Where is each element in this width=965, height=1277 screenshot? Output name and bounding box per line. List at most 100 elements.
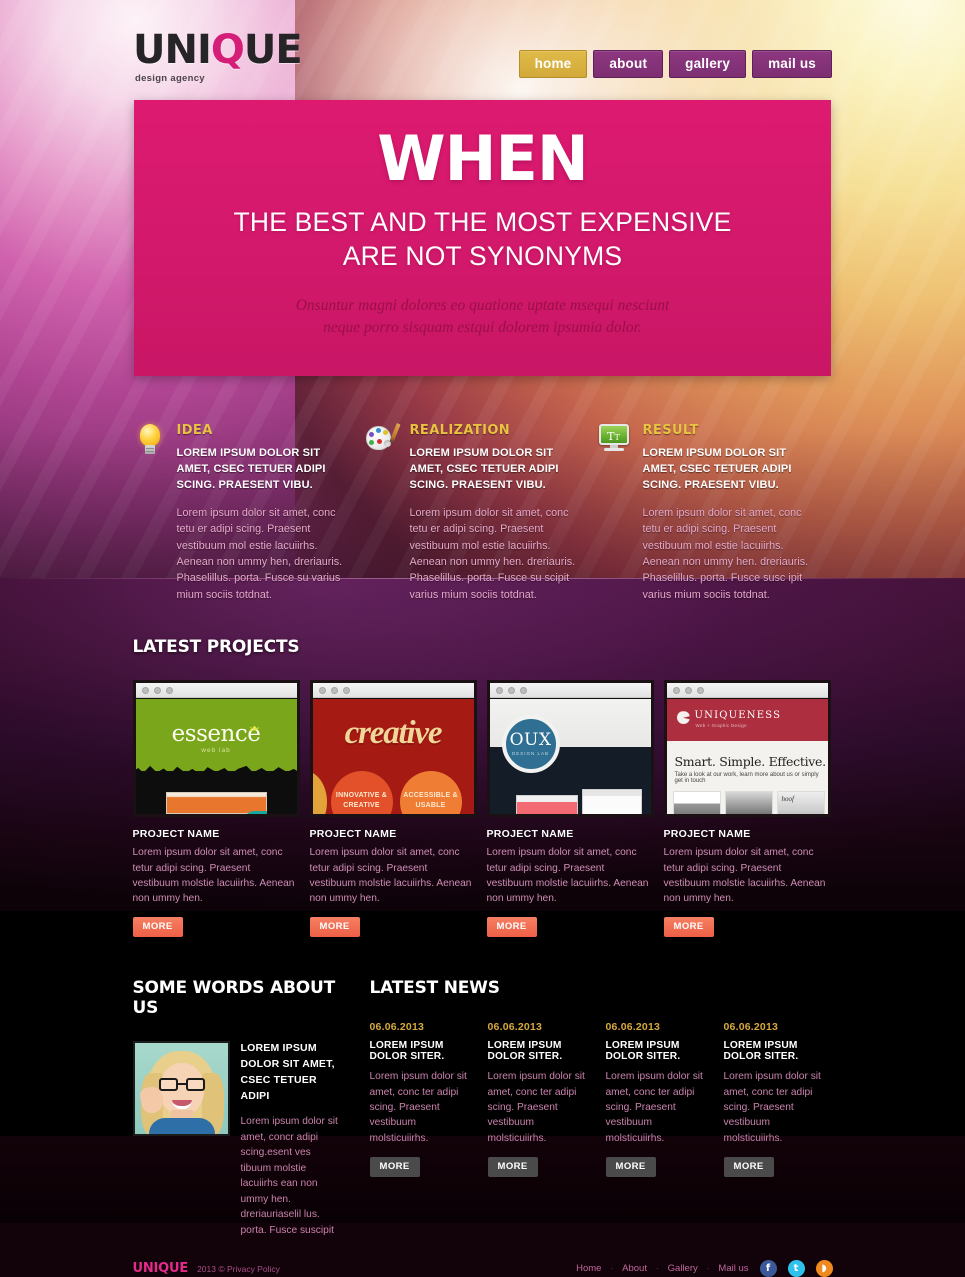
about-lead-text: LOREM IPSUM DOLOR SIT AMET, CSEC TETUER … <box>240 1042 335 1102</box>
site-header: UNIQUE design agency home about gallery … <box>0 0 965 96</box>
browser-dot-icon <box>672 686 680 694</box>
news-date-1: 06.06.2013 <box>369 1021 425 1034</box>
thumb2-circle-label-1: INNOVATIVE & CREATIVE <box>335 792 388 809</box>
project-card-3: OUX DESIGN LAB BARON PROJECT NAME Lorem … <box>486 680 654 938</box>
news-text-2: Lorem ipsum dolor sit amet, conc ter adi… <box>487 1071 585 1144</box>
avatar <box>132 1041 230 1137</box>
news-more-button-2[interactable]: MORE <box>487 1156 538 1177</box>
footer-link-gallery[interactable]: Gallery <box>668 1263 698 1274</box>
footer-separator: · <box>610 1264 614 1274</box>
footer-link-home[interactable]: Home <box>576 1263 601 1274</box>
project-text-2: Lorem ipsum dolor sit amet, conc tetur a… <box>309 847 472 905</box>
projects-section: LATEST PROJECTS essence ❧ web lab PROJEC… <box>132 603 833 938</box>
logo-tagline: design agency <box>135 73 205 84</box>
project-thumbnail-4[interactable]: UNIQUENESS Web + Graphic Design Smart. S… <box>663 680 831 818</box>
footer-copyright: 2013 © Privacy Policy <box>197 1264 280 1275</box>
logo-text-part1: UNI <box>133 27 212 73</box>
hero-title: WHEN <box>377 122 589 195</box>
news-item-4: 06.06.2013 LOREM IPSUM DOLOR SITER. Lore… <box>723 1021 824 1177</box>
footer-link-mail-us[interactable]: Mail us <box>718 1263 748 1274</box>
site-logo[interactable]: UNIQUE design agency <box>133 27 303 84</box>
news-heading: LATEST NEWS <box>369 978 500 999</box>
thumb4-line: Take a look at our work, learn more abou… <box>674 772 819 785</box>
news-more-button-4[interactable]: MORE <box>723 1156 774 1177</box>
lightbulb-icon <box>133 423 167 603</box>
news-title-3: LOREM IPSUM DOLOR SITER. <box>605 1040 681 1063</box>
footer-link-about[interactable]: About <box>622 1263 647 1274</box>
news-more-button-1[interactable]: MORE <box>369 1156 420 1177</box>
feature-idea: IDEA LOREM IPSUM DOLOR SIT AMET, CSEC TE… <box>133 423 366 603</box>
news-text-3: Lorem ipsum dolor sit amet, conc ter adi… <box>605 1071 703 1144</box>
project-name-2: PROJECT NAME <box>309 828 397 841</box>
monitor-icon: TT <box>598 423 633 603</box>
project-more-button-3[interactable]: MORE <box>486 917 537 938</box>
project-more-button-1[interactable]: MORE <box>132 917 183 938</box>
browser-dot-icon <box>141 686 149 694</box>
footer-separator: · <box>655 1264 659 1274</box>
project-name-1: PROJECT NAME <box>132 828 220 841</box>
footer-separator: · <box>706 1264 710 1274</box>
thumb4-photo-3-label: hoof <box>781 795 794 804</box>
thumb4-subtitle: Web + Graphic Design <box>695 723 747 729</box>
news-title-2: LOREM IPSUM DOLOR SITER. <box>487 1040 563 1063</box>
thumb1-subtitle: web lab <box>201 747 231 755</box>
news-text-1: Lorem ipsum dolor sit amet, conc ter adi… <box>369 1071 467 1144</box>
thumb3-subtitle: DESIGN LAB <box>511 751 549 757</box>
news-item-3: 06.06.2013 LOREM IPSUM DOLOR SITER. Lore… <box>605 1021 706 1177</box>
logo-text-part2: UE <box>243 27 303 73</box>
project-thumbnail-2[interactable]: creative INNOVATIVE & CREATIVE ACCESSIBL… <box>309 680 477 818</box>
project-more-button-2[interactable]: MORE <box>309 917 360 938</box>
twitter-icon[interactable]: t <box>787 1260 805 1277</box>
project-text-4: Lorem ipsum dolor sit amet, conc tetur a… <box>663 847 826 905</box>
thumbnail-browser-bar <box>312 683 474 699</box>
nav-item-gallery[interactable]: gallery <box>669 50 747 78</box>
feature-result: TT RESULT LOREM IPSUM DOLOR SIT AMET, CS… <box>598 423 832 603</box>
thumb4-photo-1 <box>672 791 721 815</box>
about-us-column: SOME WORDS ABOUT US LOREM IPSUM DOLOR SI… <box>132 978 370 1238</box>
news-grid: 06.06.2013 LOREM IPSUM DOLOR SITER. Lore… <box>369 1021 833 1177</box>
news-date-2: 06.06.2013 <box>487 1021 543 1034</box>
news-title-4: LOREM IPSUM DOLOR SITER. <box>723 1040 799 1063</box>
news-item-1: 06.06.2013 LOREM IPSUM DOLOR SITER. Lore… <box>369 1021 470 1177</box>
feature-text-idea: Lorem ipsum dolor sit amet, conc tetu er… <box>176 506 343 601</box>
news-more-button-3[interactable]: MORE <box>605 1156 656 1177</box>
thumb2-title: creative <box>344 715 443 752</box>
footer-right: Home · About · Gallery · Mail us f t ◗ <box>576 1260 833 1277</box>
feature-title-idea: IDEA <box>176 423 213 438</box>
projects-grid: essence ❧ web lab PROJECT NAME Lorem ips… <box>132 680 833 938</box>
browser-dot-icon <box>507 686 515 694</box>
site-footer: UNIQUE 2013 © Privacy Policy Home · Abou… <box>133 1238 833 1277</box>
feature-title-realization: REALIZATION <box>409 423 511 438</box>
rss-icon[interactable]: ◗ <box>815 1260 833 1277</box>
nav-item-mail-us[interactable]: mail us <box>752 50 832 78</box>
features-section: IDEA LOREM IPSUM DOLOR SIT AMET, CSEC TE… <box>133 376 833 603</box>
hero-description-line2: neque porro sisquam estqui dolorem ipsum… <box>323 319 642 337</box>
project-thumbnail-1[interactable]: essence ❧ web lab <box>132 680 300 818</box>
project-text-3: Lorem ipsum dolor sit amet, conc tetur a… <box>486 847 649 905</box>
thumbnail-browser-bar <box>135 683 297 699</box>
nav-item-about[interactable]: about <box>593 50 664 78</box>
hero-subtitle-line2: ARE NOT SYNONYMS <box>342 240 623 271</box>
hero-banner: WHEN THE BEST AND THE MOST EXPENSIVE ARE… <box>134 100 831 376</box>
project-thumbnail-3[interactable]: OUX DESIGN LAB BARON <box>486 680 654 818</box>
footer-left: UNIQUE 2013 © Privacy Policy <box>133 1261 280 1276</box>
news-date-4: 06.06.2013 <box>723 1021 779 1034</box>
footer-logo[interactable]: UNIQUE <box>133 1261 189 1276</box>
main-navigation: home about gallery mail us <box>518 50 832 78</box>
palette-icon <box>365 422 401 603</box>
hero-subtitle: THE BEST AND THE MOST EXPENSIVE ARE NOT … <box>154 206 811 274</box>
feature-text-result: Lorem ipsum dolor sit amet, conc tetu er… <box>642 506 809 601</box>
project-name-3: PROJECT NAME <box>486 828 574 841</box>
project-more-button-4[interactable]: MORE <box>663 917 714 938</box>
thumb1-title: essence <box>171 721 261 748</box>
news-date-3: 06.06.2013 <box>605 1021 661 1034</box>
browser-dot-icon <box>165 686 173 694</box>
thumb4-title: UNIQUENESS <box>694 710 782 722</box>
hero-description: Onsuntur magni dolores eo quatione uptat… <box>154 295 811 340</box>
feature-lead-result: LOREM IPSUM DOLOR SIT AMET, CSEC TETUER … <box>642 447 792 491</box>
feature-lead-idea: LOREM IPSUM DOLOR SIT AMET, CSEC TETUER … <box>176 447 326 491</box>
hero-subtitle-line1: THE BEST AND THE MOST EXPENSIVE <box>233 207 732 237</box>
nav-item-home[interactable]: home <box>518 50 588 78</box>
facebook-icon[interactable]: f <box>759 1260 777 1277</box>
project-card-4: UNIQUENESS Web + Graphic Design Smart. S… <box>663 680 831 938</box>
